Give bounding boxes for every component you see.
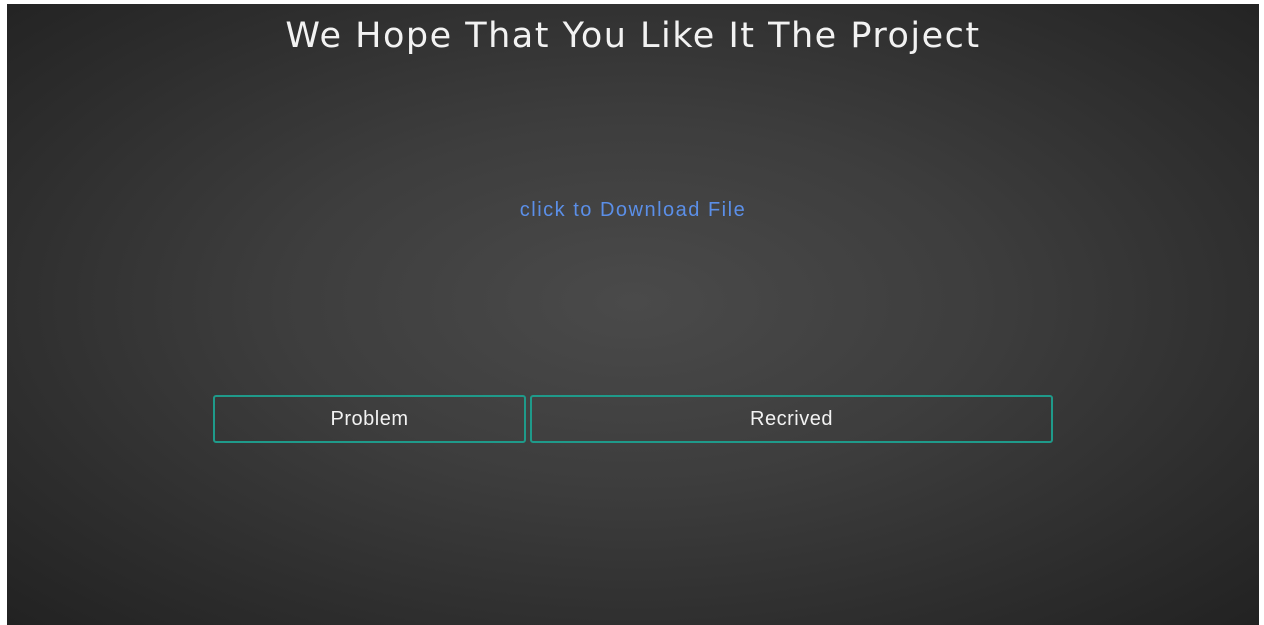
problem-button[interactable]: Problem <box>213 395 526 443</box>
page-background: We Hope That You Like It The Project cli… <box>7 4 1259 625</box>
page-title: We Hope That You Like It The Project <box>285 16 981 56</box>
received-button[interactable]: Recrived <box>530 395 1053 443</box>
download-file-link[interactable]: click to Download File <box>7 198 1259 222</box>
